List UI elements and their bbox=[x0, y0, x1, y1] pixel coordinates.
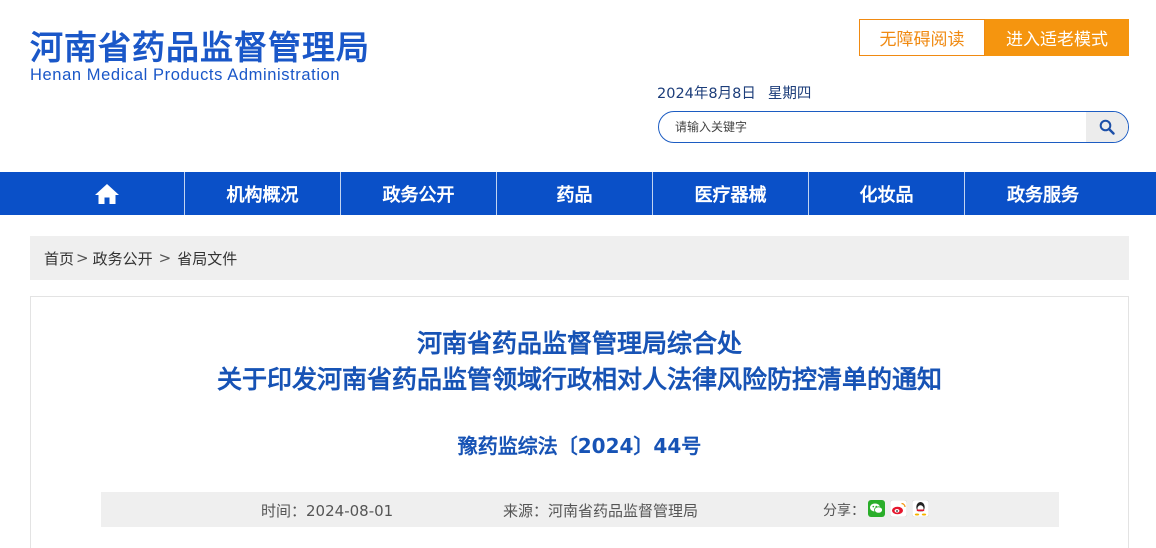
breadcrumb-provincial-documents[interactable]: 省局文件 bbox=[177, 248, 237, 269]
share-label: 分享： bbox=[823, 503, 865, 519]
breadcrumb-separator: > bbox=[76, 249, 89, 267]
article-title-line-1: 河南省药品监督管理局综合处 bbox=[416, 329, 742, 358]
current-date: 2024年8月8日 星期四 bbox=[657, 82, 811, 103]
time-value: 2024-08-01 bbox=[306, 502, 394, 520]
article-title: 河南省药品监督管理局综合处 关于印发河南省药品监管领域行政相对人法律风险防控清单… bbox=[31, 326, 1128, 398]
logo-english-name: Henan Medical Products Administration bbox=[30, 66, 341, 84]
nav-item-services[interactable]: 政务服务 bbox=[965, 172, 1121, 215]
nav-item-government-affairs[interactable]: 政务公开 bbox=[341, 172, 497, 215]
search-bar bbox=[658, 111, 1129, 143]
search-button[interactable] bbox=[1086, 112, 1128, 142]
wechat-icon[interactable] bbox=[868, 500, 885, 517]
date-text: 2024年8月8日 bbox=[657, 86, 756, 102]
home-icon bbox=[95, 183, 119, 204]
accessibility-buttons: 无障碍阅读 进入适老模式 bbox=[859, 19, 1129, 56]
article-container: 河南省药品监督管理局综合处 关于印发河南省药品监管领域行政相对人法律风险防控清单… bbox=[30, 296, 1129, 548]
document-number: 豫药监综法〔2024〕44号 bbox=[457, 434, 702, 458]
qq-icon[interactable] bbox=[912, 500, 929, 517]
article-title-line-2: 关于印发河南省药品监管领域行政相对人法律风险防控清单的通知 bbox=[216, 365, 942, 394]
article-meta-bar: 时间：2024-08-01 来源：河南省药品监督管理局 分享： bbox=[101, 492, 1059, 527]
publish-time: 时间：2024-08-01 bbox=[261, 500, 393, 521]
logo-chinese-name: 河南省药品监督管理局 bbox=[30, 28, 370, 67]
breadcrumb-separator: > bbox=[158, 249, 172, 267]
time-label: 时间： bbox=[261, 502, 307, 520]
nav-item-cosmetics[interactable]: 化妆品 bbox=[809, 172, 965, 215]
main-nav: 机构概况 政务公开 药品 医疗器械 化妆品 政务服务 bbox=[0, 172, 1156, 215]
share-icons bbox=[868, 500, 929, 517]
search-icon bbox=[1099, 119, 1115, 135]
weibo-icon[interactable] bbox=[890, 500, 907, 517]
weekday-text: 星期四 bbox=[767, 86, 812, 102]
breadcrumb-government-affairs[interactable]: 政务公开 bbox=[93, 248, 153, 269]
site-logo[interactable]: 河南省药品监督管理局 Henan Medical Products Admini… bbox=[30, 28, 370, 84]
nav-item-drugs[interactable]: 药品 bbox=[497, 172, 653, 215]
breadcrumb: 首页 > 政务公开 > 省局文件 bbox=[30, 236, 1129, 280]
search-input[interactable] bbox=[659, 112, 1086, 142]
nav-home[interactable] bbox=[30, 172, 185, 215]
breadcrumb-home[interactable]: 首页 bbox=[44, 248, 74, 269]
article-source: 来源：河南省药品监督管理局 bbox=[503, 500, 698, 521]
accessible-reading-button[interactable]: 无障碍阅读 bbox=[859, 19, 985, 56]
nav-item-institution[interactable]: 机构概况 bbox=[185, 172, 341, 215]
elder-mode-button[interactable]: 进入适老模式 bbox=[985, 19, 1129, 56]
nav-item-medical-devices[interactable]: 医疗器械 bbox=[653, 172, 809, 215]
source-label: 来源： bbox=[503, 502, 549, 520]
source-value: 河南省药品监督管理局 bbox=[548, 502, 699, 520]
site-header: 河南省药品监督管理局 Henan Medical Products Admini… bbox=[0, 0, 1156, 172]
